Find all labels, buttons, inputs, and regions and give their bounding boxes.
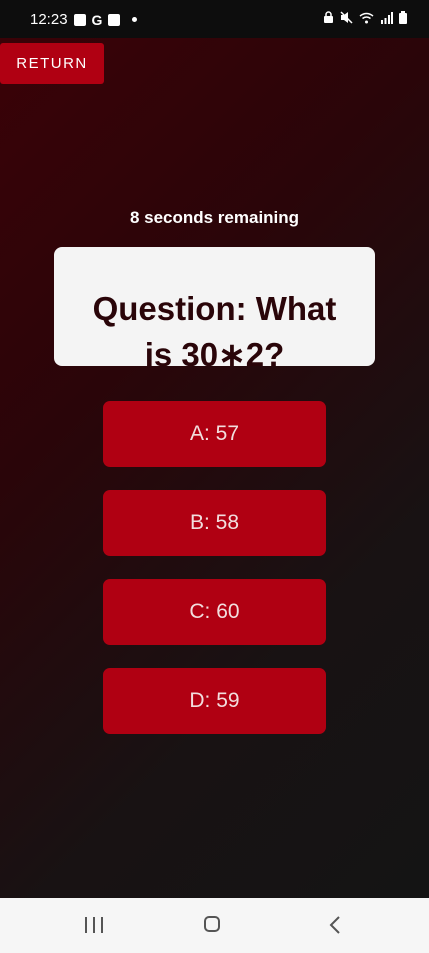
wifi-icon — [359, 12, 374, 23]
question-text: Question: What is 30∗2? — [54, 286, 375, 366]
question-line-1: Question: What — [92, 290, 337, 327]
status-time: 12:23 — [30, 11, 68, 28]
app-icon — [108, 13, 121, 26]
status-bar: 12:23 G — [0, 0, 429, 38]
answer-button-c[interactable]: C: 60 — [103, 579, 326, 645]
answer-button-b[interactable]: B: 58 — [103, 490, 326, 556]
answer-button-a[interactable]: A: 57 — [103, 401, 326, 467]
mute-icon — [340, 11, 353, 24]
answer-button-d[interactable]: D: 59 — [103, 668, 326, 734]
recents-icon[interactable] — [85, 917, 103, 933]
status-left: 12:23 G — [30, 11, 138, 28]
image-icon — [73, 13, 86, 26]
signal-icon — [381, 11, 393, 24]
quiz-screen: RETURN 8 seconds remaining Question: Wha… — [0, 38, 429, 898]
question-card: Question: What is 30∗2? — [54, 247, 375, 366]
home-icon[interactable] — [204, 916, 220, 932]
question-line-2: is 30∗2? — [144, 336, 285, 366]
system-nav-bar — [0, 898, 429, 953]
dot-icon — [132, 17, 138, 22]
vpn-icon — [324, 11, 333, 23]
status-right — [323, 11, 407, 24]
timer-text: 8 seconds remaining — [129, 208, 300, 227]
back-icon[interactable] — [328, 916, 342, 934]
battery-icon — [399, 11, 407, 24]
return-button[interactable]: RETURN — [0, 43, 104, 84]
google-icon: G — [91, 11, 103, 28]
